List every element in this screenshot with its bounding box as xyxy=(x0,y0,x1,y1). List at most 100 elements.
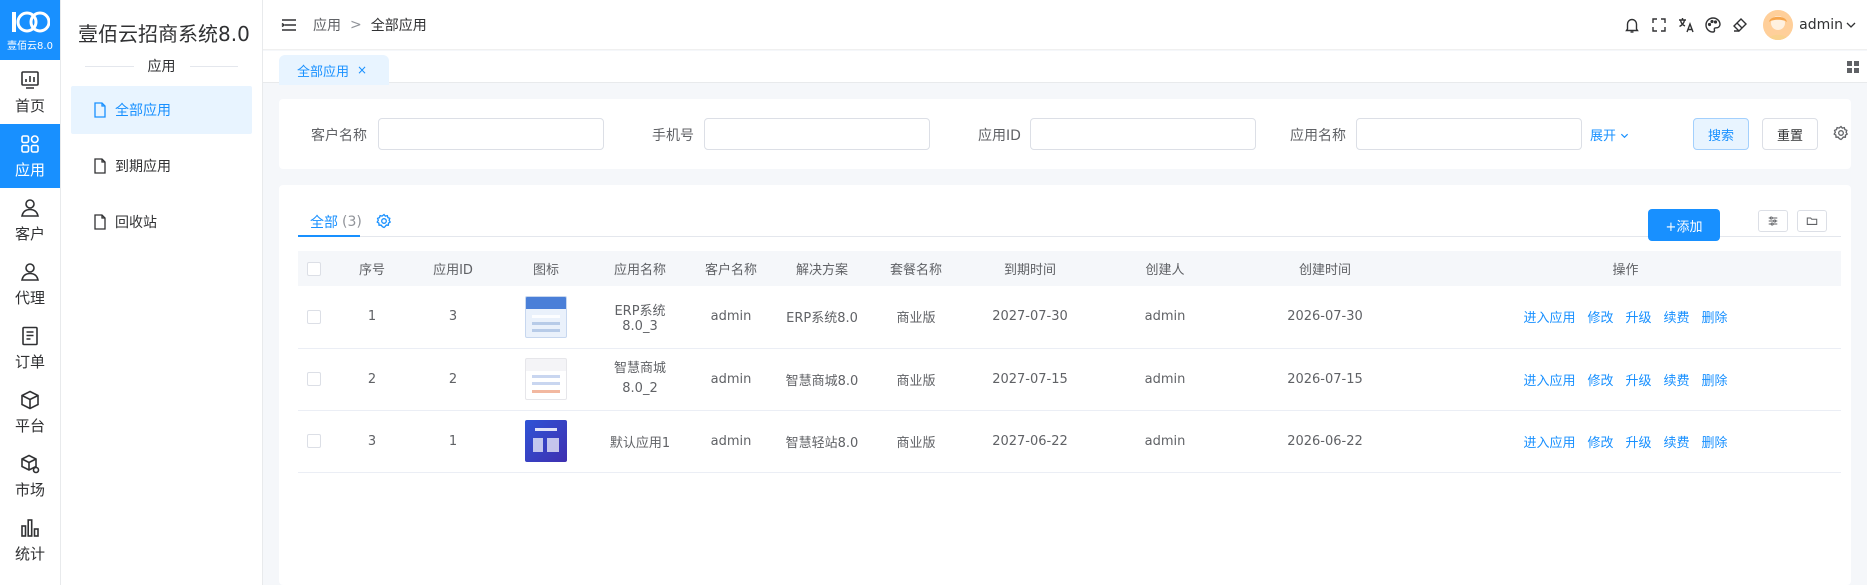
select-all-checkbox[interactable] xyxy=(307,261,321,276)
enter-app-link[interactable]: 进入应用 xyxy=(1523,436,1575,451)
clear-cache-icon[interactable] xyxy=(1731,16,1749,34)
upgrade-link[interactable]: 升级 xyxy=(1625,374,1651,389)
rail-item-customer[interactable]: 客户 xyxy=(0,188,60,252)
rail-label: 市场 xyxy=(14,480,45,499)
gear-icon[interactable] xyxy=(1833,125,1849,141)
cell-app-id: 3 xyxy=(414,286,492,349)
tag-tab-all-apps[interactable]: 全部应用 × xyxy=(279,55,390,85)
edit-link[interactable]: 修改 xyxy=(1587,311,1613,326)
avatar[interactable] xyxy=(1763,10,1794,40)
app-thumbnail-lite-site[interactable] xyxy=(525,420,567,462)
column-header: 图标 xyxy=(532,263,559,278)
search-button[interactable]: 搜索 xyxy=(1693,118,1749,150)
table-header-row: 序号 应用ID 图标 应用名称 客户名称 解决方案 套餐名称 到期时间 创建人 … xyxy=(298,251,1841,286)
rail-item-app[interactable]: 应用 xyxy=(0,124,60,188)
cell-icon xyxy=(492,410,600,473)
logo[interactable]: 壹佰云8.0 xyxy=(0,0,60,60)
brand-title: 壹佰云招商系统8.0 xyxy=(78,22,250,46)
cell-expire: 2027-07-30 xyxy=(970,286,1090,349)
tab-all[interactable]: 全部 (3) xyxy=(298,205,374,239)
subnav-item-expired-apps[interactable]: 到期应用 xyxy=(71,142,252,190)
expand-toggle[interactable]: 展开 xyxy=(1590,125,1629,144)
enter-app-link[interactable]: 进入应用 xyxy=(1523,311,1575,326)
upgrade-link[interactable]: 升级 xyxy=(1625,311,1651,326)
upgrade-link[interactable]: 升级 xyxy=(1625,436,1651,451)
cell-no: 3 xyxy=(330,410,414,473)
icon-rail: 壹佰云8.0 首页 应用 客户 代理 订单 平台 市场 统计 xyxy=(0,0,61,585)
delete-link[interactable]: 删除 xyxy=(1702,374,1728,389)
close-icon[interactable]: × xyxy=(357,63,367,77)
filter-card: 客户名称 手机号 应用ID 应用名称 展开 搜索 重置 xyxy=(279,99,1851,169)
column-header: 操作 xyxy=(1612,263,1639,278)
tab-settings-gear-icon[interactable] xyxy=(376,213,392,229)
subnav-item-recycle-bin[interactable]: 回收站 xyxy=(71,198,252,246)
translate-icon[interactable] xyxy=(1677,16,1695,34)
tab-divider xyxy=(298,236,1841,237)
subnav-label: 回收站 xyxy=(115,215,157,231)
rail-item-agent[interactable]: 代理 xyxy=(0,252,60,316)
user-icon xyxy=(21,198,39,217)
user-name[interactable]: admin xyxy=(1799,17,1843,33)
list-card: 全部 (3) +添加 序号 应用ID 图标 应用名称 客户名称 解决方案 套餐名… xyxy=(279,185,1851,585)
chevron-down-icon[interactable] xyxy=(1845,19,1857,31)
cell-created: 2026-06-22 xyxy=(1240,410,1410,473)
renew-link[interactable]: 续费 xyxy=(1664,311,1690,326)
breadcrumb-item[interactable]: 应用 xyxy=(313,15,341,35)
edit-link[interactable]: 修改 xyxy=(1587,436,1613,451)
column-header: 应用ID xyxy=(433,263,473,278)
rail-item-platform[interactable]: 平台 xyxy=(0,380,60,444)
menu-fold-icon[interactable] xyxy=(279,15,299,35)
row-checkbox[interactable] xyxy=(307,372,321,386)
phone-input[interactable] xyxy=(704,118,930,150)
renew-link[interactable]: 续费 xyxy=(1664,436,1690,451)
rail-label: 应用 xyxy=(14,160,45,179)
renew-link[interactable]: 续费 xyxy=(1664,374,1690,389)
avatar-image xyxy=(1763,10,1794,40)
cell-icon xyxy=(492,348,600,411)
cell-package: 商业版 xyxy=(862,410,970,473)
customer-name-input[interactable] xyxy=(378,118,604,150)
select-all-cell xyxy=(298,251,330,286)
app-thumbnail-mall[interactable] xyxy=(525,358,567,400)
delete-link[interactable]: 删除 xyxy=(1702,311,1728,326)
cell-app-id: 2 xyxy=(414,348,492,411)
edit-link[interactable]: 修改 xyxy=(1587,374,1613,389)
app-name-input[interactable] xyxy=(1356,118,1582,150)
row-checkbox[interactable] xyxy=(307,434,321,448)
chevron-down-icon xyxy=(1621,133,1629,139)
palette-icon[interactable] xyxy=(1704,16,1722,34)
cell-creator: admin xyxy=(1090,286,1240,349)
rail-item-market[interactable]: 市场 xyxy=(0,444,60,508)
cell-expire: 2027-07-15 xyxy=(970,348,1090,411)
rail-label: 订单 xyxy=(14,352,45,371)
rail-item-home[interactable]: 首页 xyxy=(0,60,60,124)
rail-item-order[interactable]: 订单 xyxy=(0,316,60,380)
app-id-input[interactable] xyxy=(1030,118,1256,150)
filter-settings-button[interactable] xyxy=(1758,210,1788,232)
column-header: 到期时间 xyxy=(1003,263,1056,278)
breadcrumb-current: 全部应用 xyxy=(370,17,427,34)
grid-icon[interactable] xyxy=(1845,59,1861,75)
app-thumbnail-erp[interactable] xyxy=(525,295,567,338)
subnav-item-all-apps[interactable]: 全部应用 xyxy=(71,86,252,134)
row-checkbox[interactable] xyxy=(307,309,321,324)
folder-button[interactable] xyxy=(1797,210,1827,232)
enter-app-link[interactable]: 进入应用 xyxy=(1523,374,1575,389)
column-header: 序号 xyxy=(358,263,385,278)
bell-icon[interactable] xyxy=(1623,16,1641,34)
app-name-label: 应用名称 xyxy=(1290,128,1346,144)
add-button[interactable]: +添加 xyxy=(1648,209,1720,241)
cube-icon xyxy=(21,390,39,409)
reset-button[interactable]: 重置 xyxy=(1762,118,1818,150)
tags-view: 全部应用 × xyxy=(263,51,1867,85)
folder-icon xyxy=(1806,217,1818,225)
cell-app-name: 智慧商城8.0_2 xyxy=(600,348,680,411)
customer-name-label: 客户名称 xyxy=(311,128,367,144)
rail-item-stats[interactable]: 统计 xyxy=(0,508,60,572)
delete-link[interactable]: 删除 xyxy=(1702,436,1728,451)
cell-customer: admin xyxy=(680,410,782,473)
cell-created: 2026-07-30 xyxy=(1240,286,1410,349)
tab-all-label: 全部 xyxy=(310,215,338,231)
app-id-label: 应用ID xyxy=(978,128,1021,144)
fullscreen-icon[interactable] xyxy=(1650,16,1668,34)
